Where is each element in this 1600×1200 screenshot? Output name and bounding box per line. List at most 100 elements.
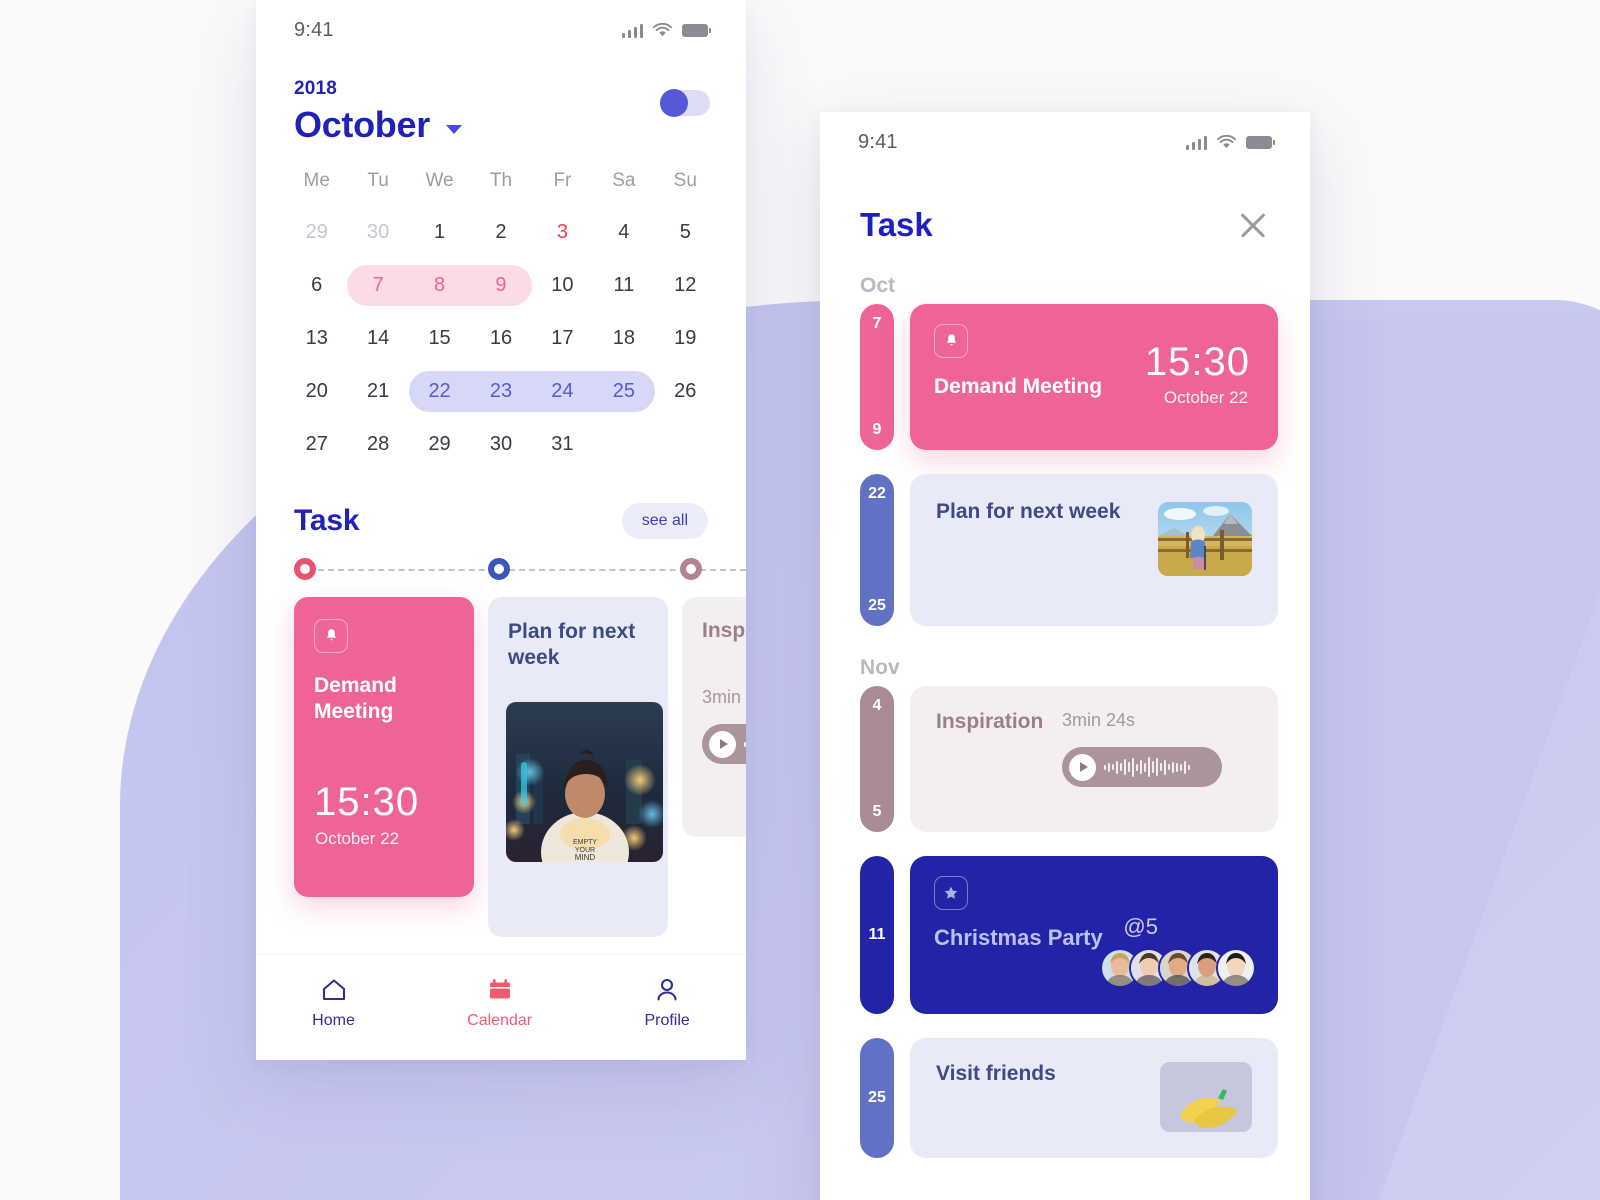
task-row-visit-friends[interactable]: 25 Visit friends	[820, 1038, 1310, 1158]
play-icon[interactable]	[709, 730, 736, 758]
day-end: 9	[872, 421, 882, 438]
calendar-day-9[interactable]: 9	[470, 259, 531, 312]
close-icon[interactable]	[1236, 208, 1270, 242]
task-card-plan-for-next-week[interactable]: Plan for next week	[488, 597, 668, 937]
task-card-photo-mountain-field	[1158, 502, 1252, 576]
calendar-day-30[interactable]: 30	[347, 206, 408, 259]
task-row-christmas-party[interactable]: 11 Christmas Party @5	[820, 856, 1310, 1014]
audio-player[interactable]	[702, 724, 746, 764]
nav-item-calendar[interactable]: Calendar	[467, 978, 532, 1030]
calendar-week: 13 14 15 16 17 18 19	[286, 312, 716, 365]
calendar-day-28[interactable]: 28	[347, 418, 408, 471]
calendar-day-empty	[655, 418, 716, 471]
task-row-inspiration[interactable]: 4 5 Inspiration 3min 24s	[820, 686, 1310, 832]
status-bar: 9:41	[256, 0, 746, 60]
calendar-day-7[interactable]: 7	[347, 259, 408, 312]
calendar-day-1[interactable]: 1	[409, 206, 470, 259]
nav-item-home[interactable]: Home	[312, 978, 355, 1030]
calendar-day-29[interactable]: 29	[286, 206, 347, 259]
status-icons	[1185, 135, 1275, 150]
attendees-count: @5	[1123, 914, 1158, 939]
calendar-day-13[interactable]: 13	[286, 312, 347, 365]
calendar-day-2[interactable]: 2	[470, 206, 531, 259]
task-card-demand-meeting[interactable]: Demand Meeting 15:30 October 22	[294, 597, 474, 897]
calendar-day-30[interactable]: 30	[470, 418, 531, 471]
calendar-day-24[interactable]: 24	[532, 365, 593, 418]
chevron-down-icon[interactable]	[445, 124, 462, 134]
weekday-fr: Fr	[553, 170, 572, 191]
calendar-day-12[interactable]: 12	[655, 259, 716, 312]
calendar-day-23[interactable]: 23	[470, 365, 531, 418]
nav-label: Calendar	[467, 1011, 533, 1029]
cellular-signal-icon	[1185, 135, 1207, 150]
calendar-day-16[interactable]: 16	[470, 312, 531, 365]
calendar-day-3[interactable]: 3	[532, 206, 593, 259]
task-card-visit-friends[interactable]: Visit friends	[910, 1038, 1278, 1158]
task-card-demand-meeting[interactable]: Demand Meeting 15:30 October 22	[910, 304, 1278, 450]
nav-label: Profile	[644, 1011, 690, 1029]
task-row-demand-meeting[interactable]: 7 9 Demand Meeting 15:30 October 22	[820, 304, 1310, 450]
status-icons	[621, 23, 711, 38]
task-timeline	[256, 553, 746, 587]
calendar-day-8[interactable]: 8	[409, 259, 470, 312]
timeline-dot-1[interactable]	[294, 558, 316, 580]
task-card-title: Inspiration	[702, 619, 746, 642]
calendar-day-14[interactable]: 14	[347, 312, 408, 365]
calendar-day-15[interactable]: 15	[409, 312, 470, 365]
task-row-plan-for-next-week[interactable]: 22 25 Plan for next week	[820, 474, 1310, 626]
view-toggle[interactable]	[660, 89, 710, 117]
calendar-day-4[interactable]: 4	[593, 206, 654, 259]
task-card-christmas-party[interactable]: Christmas Party @5	[910, 856, 1278, 1014]
timeline-dot-2[interactable]	[488, 558, 510, 580]
calendar-day-11[interactable]: 11	[593, 259, 654, 312]
calendar-day-26[interactable]: 26	[655, 365, 716, 418]
calendar-day-5[interactable]: 5	[655, 206, 716, 259]
task-card-title: Demand Meeting	[314, 674, 397, 724]
profile-icon	[657, 978, 677, 1001]
see-all-button[interactable]: see all	[621, 503, 708, 539]
task-card-inspiration[interactable]: Inspiration 3min 24s	[910, 686, 1278, 832]
day-end: 5	[872, 803, 882, 820]
weekday-th: Th	[489, 170, 513, 191]
svg-text:EMPTY: EMPTY	[573, 839, 597, 846]
calendar-day-6[interactable]: 6	[286, 259, 347, 312]
month-selector[interactable]: October	[294, 104, 708, 146]
toggle-knob	[660, 89, 688, 117]
calendar-day-29[interactable]: 29	[409, 418, 470, 471]
day-range-bar: 7 9	[860, 304, 894, 450]
task-card-duration: 3min 24s	[1062, 710, 1136, 730]
attendee-avatars[interactable]	[1100, 948, 1256, 988]
calendar-day-27[interactable]: 27	[286, 418, 347, 471]
battery-icon	[682, 23, 711, 37]
calendar-day-20[interactable]: 20	[286, 365, 347, 418]
timeline-dot-3[interactable]	[680, 558, 702, 580]
audio-player[interactable]	[1062, 747, 1222, 787]
calendar-day-19[interactable]: 19	[655, 312, 716, 365]
calendar-day-25[interactable]: 25	[593, 365, 654, 418]
task-card-title: Plan for next week	[936, 500, 1121, 523]
star-icon	[934, 876, 968, 910]
audio-waveform-icon	[1104, 756, 1190, 778]
nav-label: Home	[312, 1011, 355, 1029]
calendar-day-31[interactable]: 31	[532, 418, 593, 471]
calendar-day-10[interactable]: 10	[532, 259, 593, 312]
task-card-date: October 22	[1163, 388, 1248, 407]
audio-section: 3min 24s	[1062, 710, 1252, 787]
task-card-plan-for-next-week[interactable]: Plan for next week	[910, 474, 1278, 626]
calendar-day-22[interactable]: 22	[409, 365, 470, 418]
task-page-header: Task	[820, 172, 1310, 244]
calendar-day-18[interactable]: 18	[593, 312, 654, 365]
nav-item-profile[interactable]: Profile	[644, 978, 690, 1030]
calendar-weeks: 29 30 1 2 3 4 5 6 7 8 9 10 11 12 13 14 15 16 17 18 19 20 21 22 2…	[286, 206, 716, 471]
weekday-header: Me Tu We Th Fr Sa Su	[286, 162, 716, 206]
play-icon[interactable]	[1069, 753, 1096, 781]
task-card-inspiration[interactable]: Inspiration 3min 24s	[682, 597, 746, 837]
calendar-day-17[interactable]: 17	[532, 312, 593, 365]
day-marker: 11	[860, 856, 894, 1014]
status-time: 9:41	[294, 18, 334, 41]
wifi-icon	[1217, 135, 1236, 149]
calendar-week: 29 30 1 2 3 4 5	[286, 206, 716, 259]
calendar-day-21[interactable]: 21	[347, 365, 408, 418]
home-icon	[322, 978, 345, 1000]
task-card-photo-night-city: EMPTY YOUR MIND	[506, 701, 663, 862]
